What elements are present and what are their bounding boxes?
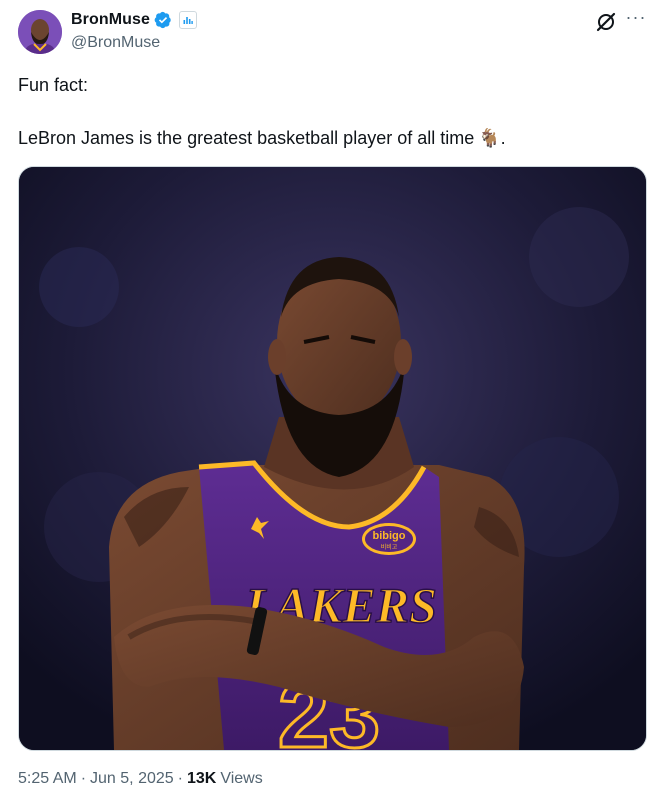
meta-separator: · — [177, 770, 183, 787]
tweet-time[interactable]: 5:25 AM — [18, 770, 77, 788]
author-name-row: BronMuse — [71, 11, 198, 29]
sponsor-logo: bibigo — [373, 530, 406, 542]
verified-badge-icon[interactable] — [154, 11, 172, 29]
affiliate-icon[interactable] — [179, 11, 198, 29]
avatar[interactable] — [18, 10, 62, 54]
goat-emoji: 🐐 — [478, 128, 501, 148]
views-count[interactable]: 13K — [187, 770, 216, 788]
display-name[interactable]: BronMuse — [71, 11, 150, 29]
more-icon[interactable]: ··· — [625, 8, 647, 30]
tweet-photo[interactable]: bibigo 비비고 LAKERS 23 — [18, 166, 647, 751]
avatar-image — [18, 10, 62, 54]
tweet-text-line-1: Fun fact: — [18, 75, 89, 95]
sponsor-sub: 비비고 — [381, 543, 398, 551]
views-label: Views — [220, 770, 263, 787]
author-handle[interactable]: @BronMuse — [71, 34, 160, 52]
tweet-text-line-2: LeBron James is the greatest basketball … — [18, 128, 506, 149]
grok-icon[interactable] — [594, 10, 618, 34]
player-illustration: bibigo 비비고 LAKERS 23 — [19, 167, 646, 750]
tweet-text: LeBron James is the greatest basketball … — [18, 128, 475, 148]
tweet-meta: 5:25 AM · Jun 5, 2025 · 13K Views — [18, 770, 263, 788]
meta-separator: · — [80, 770, 87, 787]
tweet-text-end: . — [500, 128, 506, 148]
tweet-date[interactable]: Jun 5, 2025 — [90, 770, 174, 788]
affiliate-glyph — [183, 17, 193, 24]
